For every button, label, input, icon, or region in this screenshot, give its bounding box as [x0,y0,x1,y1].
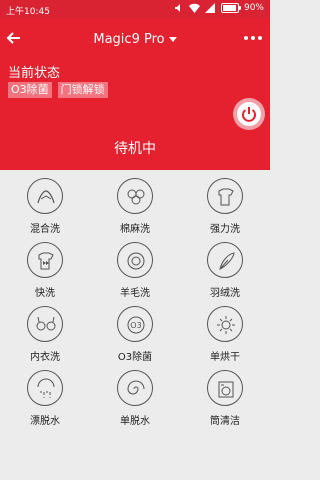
mode-label: 棉麻洗 [120,224,150,235]
wifi-icon [188,3,200,13]
mode-cotton[interactable]: 棉麻洗 [90,178,180,235]
status-icons: 90% [173,3,264,13]
mode-label: 内衣洗 [30,352,60,363]
machine-state: 待机中 [114,141,156,157]
quick-wash-icon [38,252,54,270]
mode-mixed-wash[interactable]: 混合洗 [0,178,90,235]
mode-label: 混合洗 [30,224,60,235]
o3-sterilize-icon: O3 [127,316,145,334]
sun-dry-icon [217,316,235,334]
status-tag-o3: O3除菌 [8,82,52,98]
mode-quick[interactable]: 快洗 [0,242,90,299]
mode-spin[interactable]: 单脱水 [90,370,180,427]
mode-label: 羊毛洗 [120,288,150,299]
underwear-icon [36,316,56,331]
silent-icon [174,4,180,12]
mode-label: 单脱水 [120,416,150,427]
mode-label: 强力洗 [210,224,240,235]
status-time: 上午10:45 [6,7,50,17]
mode-heavy[interactable]: 强力洗 [180,178,270,235]
status-tags: O3除菌 门锁解锁 [8,82,108,98]
status-bar: 上午10:45 90% [0,0,270,18]
drum-clean-icon [218,381,234,398]
mode-dry[interactable]: 单烘干 [180,306,270,363]
device-title-dropdown[interactable]: Magic9 Pro [0,32,270,47]
battery-percent: 90% [243,3,264,13]
feather-icon [219,252,235,270]
mode-wool[interactable]: 羊毛洗 [90,242,180,299]
more-options-icon[interactable] [242,28,264,48]
mode-underwear[interactable]: 内衣洗 [0,306,90,363]
rinse-spin-icon [37,378,55,398]
device-title: Magic9 Pro [93,32,165,47]
current-status-label: 当前状态 [8,66,61,81]
mode-label: 单烘干 [210,352,240,363]
spin-icon [127,380,145,395]
status-tag-door: 门锁解锁 [57,82,108,98]
caret-down-icon [168,37,177,42]
cotton-icon [127,189,145,205]
mode-label: 筒清洁 [210,416,240,427]
mode-drum-clean[interactable]: 筒清洁 [180,370,270,427]
cellular-icon [204,3,215,13]
mode-label: 漂脱水 [30,416,60,427]
svg-text:O3: O3 [130,321,141,330]
battery-icon [220,3,241,13]
mode-label: 快洗 [35,288,55,299]
mode-o3[interactable]: O3 O3除菌 [90,306,180,363]
wool-icon [127,252,145,270]
device-header: Magic9 Pro 当前状态 O3除菌 门锁解锁 待机中 [0,18,270,170]
mixed-wash-icon [37,190,55,204]
mode-label: 羽绒洗 [210,288,240,299]
mode-rinse-spin[interactable]: 漂脱水 [0,370,90,427]
power-icon [237,102,261,126]
power-button[interactable] [233,98,265,130]
mode-down[interactable]: 羽绒洗 [180,242,270,299]
heavy-shirt-icon [218,188,234,206]
mode-label: O3除菌 [117,352,153,363]
